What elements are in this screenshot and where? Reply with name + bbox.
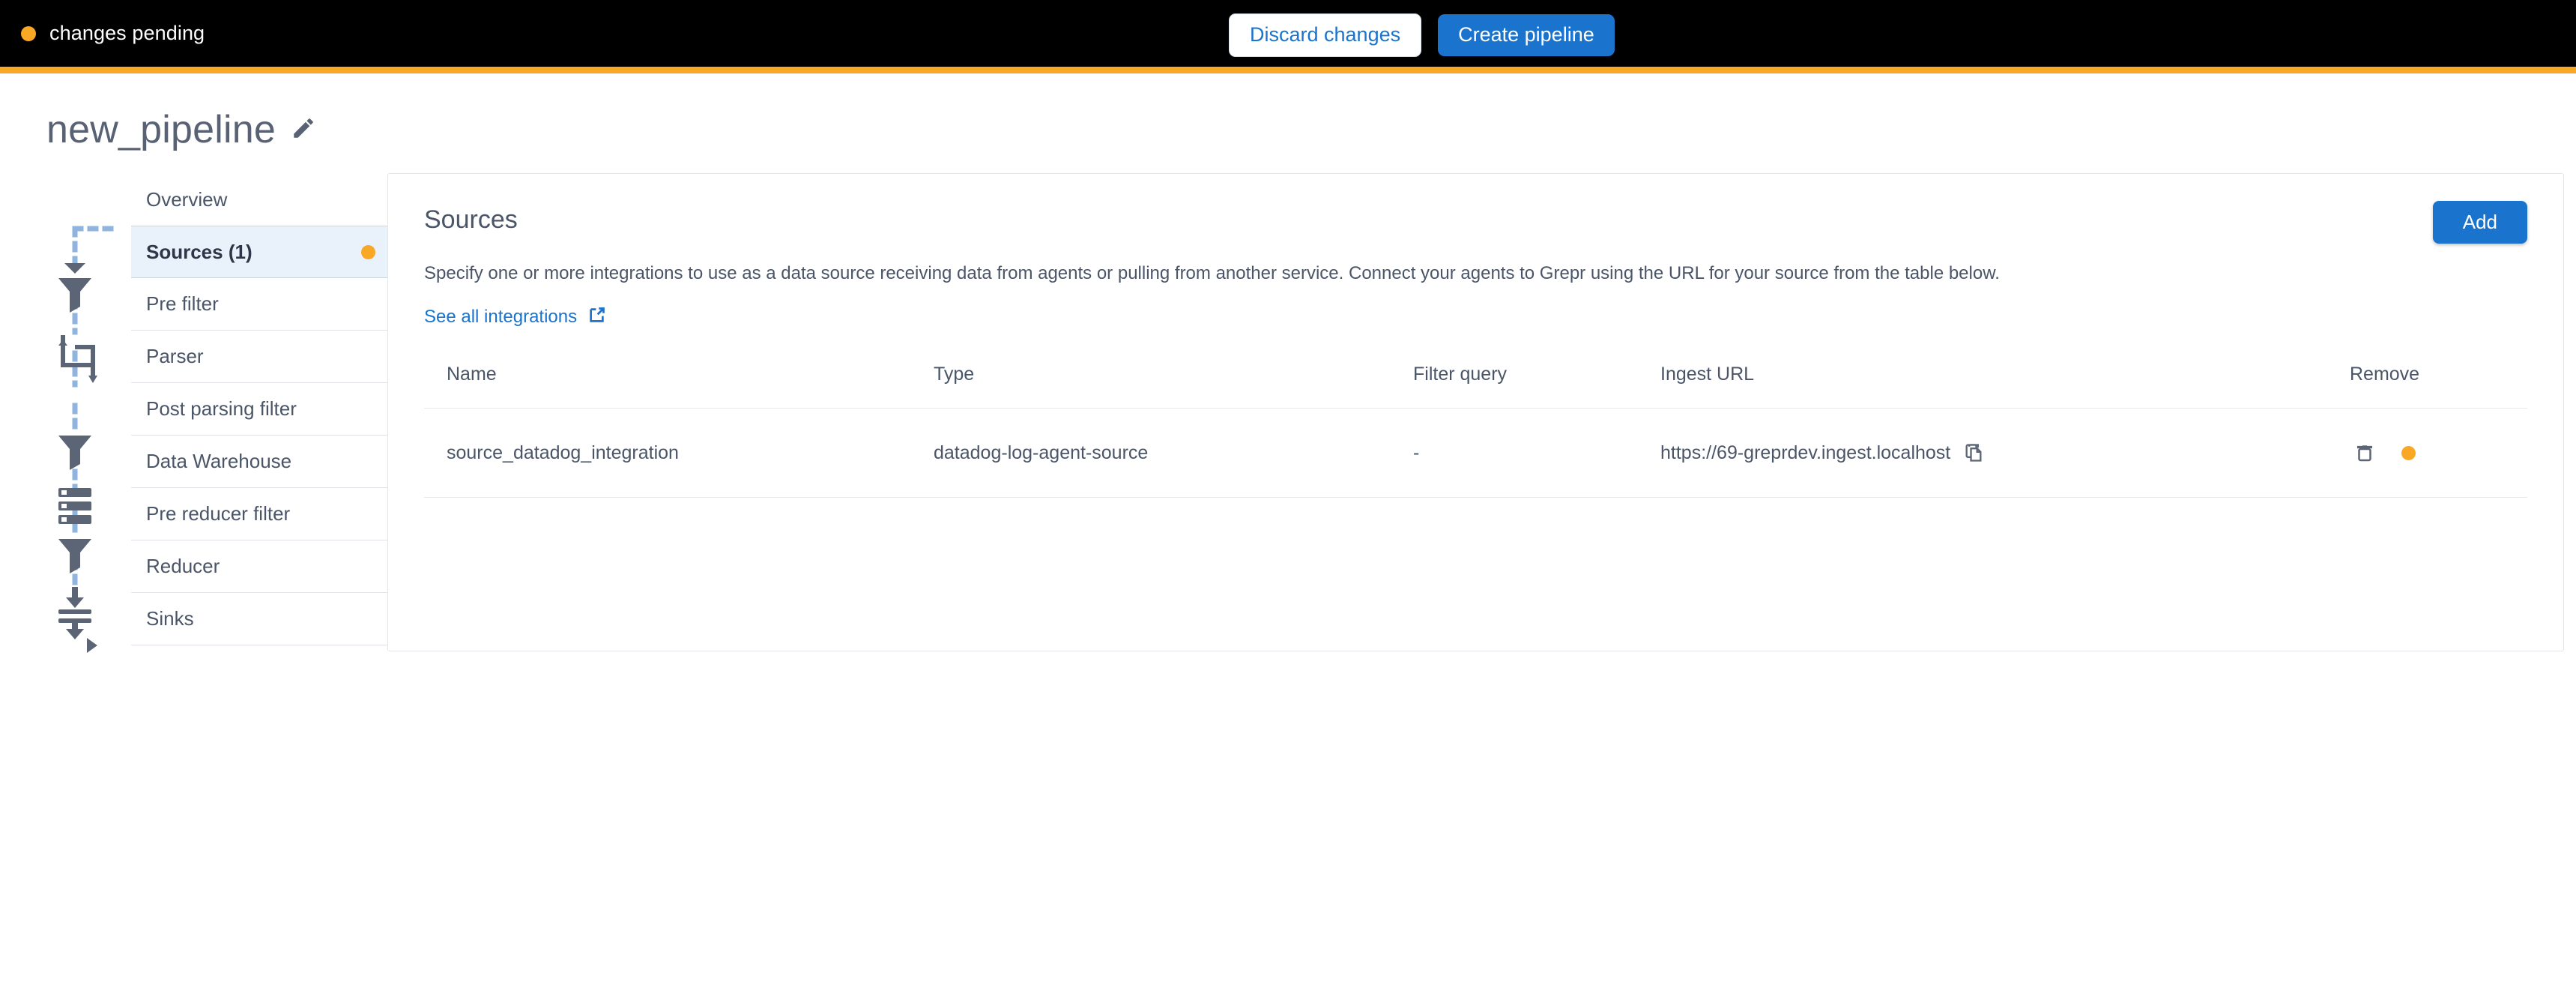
cell-remove [2350,408,2527,498]
panel-description: Specify one or more integrations to use … [424,263,2000,283]
sidebar-item-overview[interactable]: Overview [131,173,393,226]
sidebar-item-label: Data Warehouse [146,450,292,472]
sidebar-item-label: Pre filter [146,292,219,315]
see-all-integrations-label: See all integrations [424,307,578,328]
sidebar-item-label: Pre reducer filter [146,502,291,525]
column-header-name: Name [424,364,934,409]
row-pending-dot-icon [2401,445,2416,460]
reducer-icon [58,587,91,639]
sidebar-pending-dot-icon [361,244,375,259]
pipeline-nav-list: Overview Sources (1) Pre filter Parser P… [131,173,393,645]
column-header-type: Type [934,364,1413,409]
sidebar-item-label: Sinks [146,607,194,630]
cell-filter-query: - [1413,408,1660,498]
page-content: Overview Sources (1) Pre filter Parser P… [0,173,2576,653]
top-status-bar: changes pending Discard changes Create p… [0,0,2576,73]
table-row: source_datadog_integration datadog-log-a… [424,408,2527,498]
create-pipeline-button[interactable]: Create pipeline [1438,14,1615,56]
filter-funnel-icon [58,263,91,313]
database-icon [58,488,91,524]
pipeline-rail [46,173,131,653]
status-label: changes pending [49,22,205,44]
sidebar-item-sources[interactable]: Sources (1) [131,226,393,278]
status-dot-icon [21,25,36,41]
filter-funnel-icon [58,436,91,470]
sources-table-body: source_datadog_integration datadog-log-a… [424,408,2527,498]
sidebar-item-label: Parser [146,345,204,367]
column-header-filter-query: Filter query [1413,364,1660,409]
sources-panel-heading-block: Sources [424,205,518,235]
sidebar-item-pre-filter[interactable]: Pre filter [131,278,393,331]
trash-icon[interactable] [2353,442,2376,464]
status-badge: changes pending [0,22,205,45]
column-header-remove: Remove [2350,364,2527,409]
filter-funnel-icon [58,539,91,573]
discard-changes-button[interactable]: Discard changes [1229,13,1422,57]
sidebar-item-parser[interactable]: Parser [131,331,393,383]
cell-source-name: source_datadog_integration [424,408,934,498]
sidebar-item-pre-reducer-filter[interactable]: Pre reducer filter [131,488,393,540]
sidebar-item-sinks[interactable]: Sinks [131,593,393,645]
see-all-integrations-link[interactable]: See all integrations [424,305,607,329]
cell-ingest-url: https://69-greprdev.ingest.localhost [1660,408,2350,498]
sidebar-item-label: Reducer [146,555,220,577]
arrow-right-icon [87,638,97,653]
sidebar-item-data-warehouse[interactable]: Data Warehouse [131,436,393,488]
sources-panel: Sources Add Specify one or more integrat… [387,173,2564,651]
sidebar-item-reducer[interactable]: Reducer [131,540,393,593]
page-title: new_pipeline [46,108,276,151]
column-header-ingest-url: Ingest URL [1660,364,2350,409]
sidebar-item-label: Overview [146,187,228,211]
page-title-row: new_pipeline [0,73,2576,152]
sources-table: Name Type Filter query Ingest URL Remove… [424,364,2527,498]
sources-table-head: Name Type Filter query Ingest URL Remove [424,364,2527,409]
panel-title: Sources [424,205,518,234]
external-link-icon [587,305,607,329]
pipeline-sidebar: Overview Sources (1) Pre filter Parser P… [46,173,393,653]
sidebar-item-label: Sources (1) [146,240,253,263]
cell-source-type: datadog-log-agent-source [934,408,1413,498]
copy-icon[interactable] [1963,442,1984,463]
ingest-url-text: https://69-greprdev.ingest.localhost [1660,442,1951,463]
sources-panel-header: Sources Add [424,201,2527,244]
pencil-icon[interactable] [291,115,316,145]
add-source-button[interactable]: Add [2432,201,2527,244]
table-header-row: Name Type Filter query Ingest URL Remove [424,364,2527,409]
sidebar-item-post-parsing-filter[interactable]: Post parsing filter [131,383,393,436]
topbar-actions: Discard changes Create pipeline [1229,13,1615,57]
crop-parser-icon [58,335,97,383]
sidebar-item-label: Post parsing filter [146,397,297,420]
